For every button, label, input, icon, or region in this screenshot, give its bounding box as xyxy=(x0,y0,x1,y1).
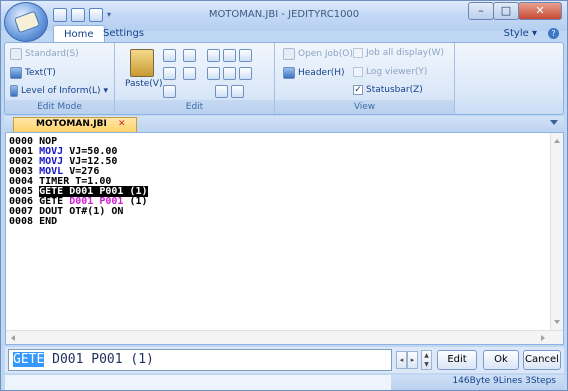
checkmark-icon: ✓ xyxy=(353,85,363,95)
code-lines: 0000 NOP 0001 MOVJ VJ=50.00 0002 MOVJ VJ… xyxy=(9,137,148,227)
status-bar: 146Byte 9Lines 3Steps xyxy=(5,375,564,390)
header-label: Header(H) xyxy=(298,68,345,78)
paste-special-icon[interactable] xyxy=(163,85,176,98)
scroll-left-icon[interactable] xyxy=(11,335,15,341)
job-editor[interactable]: 0000 NOP 0001 MOVJ VJ=50.00 0002 MOVJ VJ… xyxy=(5,132,564,345)
status-info: 146Byte 9Lines 3Steps xyxy=(452,376,556,386)
checkbox-box xyxy=(353,67,363,77)
chevron-down-icon: ▾ xyxy=(531,28,537,39)
window-controls: – □ ✕ xyxy=(468,2,562,20)
header-button[interactable]: Header(H) xyxy=(283,67,345,79)
command-rest: D001 P001 (1) xyxy=(44,352,154,367)
find-icon[interactable] xyxy=(183,49,196,62)
undo-icon[interactable] xyxy=(207,67,220,80)
open-job-icon xyxy=(283,48,295,60)
insert-icon[interactable] xyxy=(207,49,220,62)
print-icon[interactable] xyxy=(239,67,252,80)
open-job-label: Open Job(O) xyxy=(298,49,353,59)
close-tab-icon[interactable]: ✕ xyxy=(118,119,126,129)
job-all-display-checkbox[interactable]: Job all display(W) xyxy=(353,48,444,58)
group-edit: Paste(V) Edit xyxy=(115,43,275,114)
convert-icon[interactable] xyxy=(215,85,228,98)
table-icon[interactable] xyxy=(231,85,244,98)
group-label-view: View xyxy=(275,100,454,114)
level-label: Level of Inform(L) xyxy=(21,86,101,96)
level-of-inform-button[interactable]: Level of Inform(L) ▾ xyxy=(10,85,108,97)
text-icon xyxy=(10,67,22,79)
help-icon[interactable]: ? xyxy=(548,28,559,39)
ribbon: Standard(S) Text(T) Level of Inform(L) ▾… xyxy=(4,42,564,115)
app-window: ▾ MOTOMAN.JBI - JEDITYRC1000 – □ ✕ Home … xyxy=(0,0,568,391)
log-viewer-label: Log viewer(Y) xyxy=(366,67,428,77)
scroll-right-icon[interactable] xyxy=(541,335,545,341)
tab-settings[interactable]: Settings xyxy=(93,25,154,43)
statusbar-label: Statusbar(Z) xyxy=(366,85,423,95)
command-input-bar: GETE D001 P001 (1) ◂ ▸ ▲ ▼ Edit Ok Cancel xyxy=(5,347,564,373)
maximize-button[interactable]: □ xyxy=(493,2,519,20)
checkbox-box xyxy=(353,48,363,58)
command-input[interactable]: GETE D001 P001 (1) xyxy=(8,349,392,371)
scroll-down-icon[interactable] xyxy=(554,320,560,324)
spin-updown-icon[interactable]: ▲ ▼ xyxy=(421,350,432,370)
group-label-edit-mode: Edit Mode xyxy=(5,100,114,114)
paste-label: Paste(V) xyxy=(125,79,163,89)
horizontal-scrollbar[interactable] xyxy=(6,330,563,344)
group-label-edit: Edit xyxy=(115,100,274,114)
group-view: Open Job(O) Header(H) Job all display(W)… xyxy=(275,43,455,114)
edit-button[interactable]: Edit xyxy=(437,350,477,370)
app-menu-button[interactable] xyxy=(4,2,48,42)
next-arrow-icon[interactable]: ▸ xyxy=(407,351,418,369)
paste-icon xyxy=(130,49,154,77)
style-label: Style xyxy=(503,28,529,39)
replace-icon[interactable] xyxy=(183,67,196,80)
statusbar-checkbox[interactable]: ✓ Statusbar(Z) xyxy=(353,85,423,95)
standard-label: Standard(S) xyxy=(25,49,79,59)
selected-command: GETE xyxy=(13,352,45,367)
line-number: 0008 xyxy=(9,216,34,227)
redo-icon[interactable] xyxy=(223,67,236,80)
level-icon xyxy=(10,85,18,97)
ok-button[interactable]: Ok xyxy=(483,350,519,370)
close-button[interactable]: ✕ xyxy=(518,2,562,20)
minimize-button[interactable]: – xyxy=(468,2,494,20)
document-tab-label: MOTOMAN.JBI xyxy=(36,119,107,129)
standard-icon xyxy=(10,48,22,60)
app-menu-icon xyxy=(13,10,41,34)
vertical-scrollbar[interactable] xyxy=(550,133,563,330)
prev-arrow-icon[interactable]: ◂ xyxy=(396,351,407,369)
text-label: Text(T) xyxy=(25,68,56,78)
delete-icon[interactable] xyxy=(223,49,236,62)
text-mode-button[interactable]: Text(T) xyxy=(10,67,56,79)
maximize-icon: □ xyxy=(500,4,512,17)
log-viewer-checkbox[interactable]: Log viewer(Y) xyxy=(353,67,427,77)
document-tab[interactable]: MOTOMAN.JBI ✕ xyxy=(13,117,137,132)
cancel-button[interactable]: Cancel xyxy=(523,350,561,370)
standard-mode-button[interactable]: Standard(S) xyxy=(10,48,79,60)
minimize-icon: – xyxy=(478,4,484,17)
code-line[interactable]: 0008 END xyxy=(9,217,148,227)
document-tab-bar: MOTOMAN.JBI ✕ xyxy=(4,116,564,132)
cut-icon[interactable] xyxy=(163,49,176,62)
job-all-display-label: Job all display(W) xyxy=(366,48,444,58)
style-menu[interactable]: Style ▾ xyxy=(504,28,537,39)
close-icon: ✕ xyxy=(535,4,545,17)
line-text: END xyxy=(39,216,58,227)
open-job-button[interactable]: Open Job(O) xyxy=(283,48,353,60)
paste-button[interactable]: Paste(V) xyxy=(125,49,163,97)
header-icon xyxy=(283,67,295,79)
status-bar-blank xyxy=(5,375,391,390)
scroll-up-icon[interactable] xyxy=(554,139,560,143)
tab-list-dropdown-icon[interactable] xyxy=(550,120,558,125)
modify-icon[interactable] xyxy=(239,49,252,62)
copy-icon[interactable] xyxy=(163,67,176,80)
group-edit-mode: Standard(S) Text(T) Level of Inform(L) ▾… xyxy=(5,43,115,114)
chevron-down-icon: ▾ xyxy=(103,86,109,96)
line-args: (1) xyxy=(129,196,148,207)
ribbon-tabs: Home Settings xyxy=(1,25,567,43)
